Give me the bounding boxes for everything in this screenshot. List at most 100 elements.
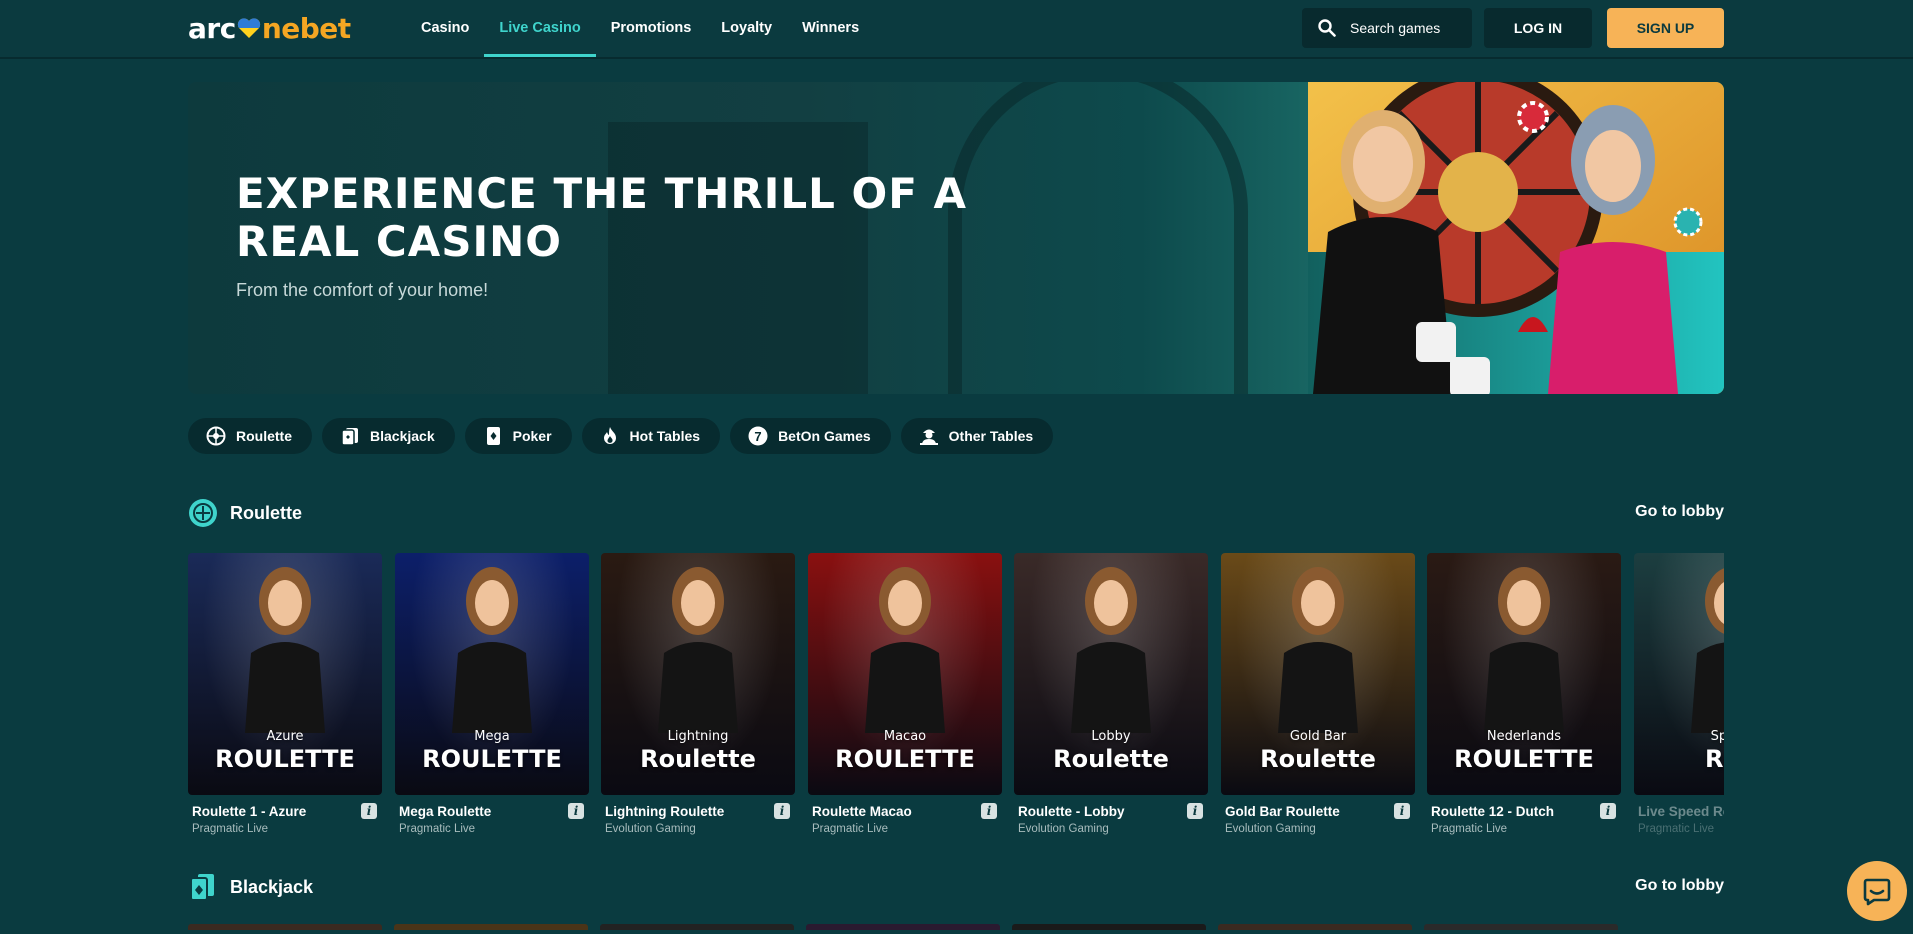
game-name[interactable]: Lightning Roulette i <box>601 803 795 819</box>
category-blackjack[interactable]: Blackjack <box>322 418 455 454</box>
logo-text-left: arc <box>188 11 236 45</box>
game-name[interactable]: Mega Roulette i <box>395 803 589 819</box>
main-nav: Casino Live Casino Promotions Loyalty Wi… <box>406 0 874 57</box>
game-card-edge <box>394 924 588 930</box>
game-name[interactable]: Roulette - Lobby i <box>1014 803 1208 819</box>
game-name[interactable]: Live Speed Ro <box>1634 804 1724 819</box>
cards-icon <box>341 428 358 446</box>
game-brand-logo: Mega ROULETTE <box>395 729 589 773</box>
dealer-portrait <box>452 567 532 733</box>
game-thumbnail[interactable]: Lightning Roulette <box>601 553 795 795</box>
category-beton-games[interactable]: 7 BetOn Games <box>730 418 891 454</box>
game-card[interactable]: Lobby Roulette Roulette - Lobby i Evolution … <box>1014 553 1208 835</box>
category-label: BetOn Games <box>778 428 871 444</box>
game-name[interactable]: Roulette 12 - Dutch i <box>1427 803 1621 819</box>
hero-banner[interactable]: EXPERIENCE THE THRILL OF A REAL CASINO F… <box>188 82 1724 394</box>
game-thumbnail[interactable]: Azure ROULETTE <box>188 553 382 795</box>
dealer-portrait <box>658 567 738 733</box>
game-thumbnail[interactable]: Gold Bar Roulette <box>1221 553 1415 795</box>
nav-live-casino[interactable]: Live Casino <box>484 0 596 57</box>
game-brand-logo: SpeedRou <box>1634 729 1724 773</box>
hero-subtitle: From the comfort of your home! <box>236 280 489 300</box>
game-brand-main: ROULETTE <box>422 745 562 773</box>
game-brand-top: Gold Bar <box>1289 729 1347 744</box>
info-icon[interactable]: i <box>568 803 584 819</box>
game-card[interactable]: Azure ROULETTE Roulette 1 - Azure i Pragmati… <box>188 553 382 835</box>
logo-text-right: nebet <box>261 11 351 45</box>
game-title: Roulette 1 - Azure <box>192 804 307 819</box>
game-brand-top: Mega <box>474 729 510 744</box>
game-name[interactable]: Roulette Macao i <box>808 803 1002 819</box>
game-title: Lightning Roulette <box>605 804 725 819</box>
category-hot-tables[interactable]: Hot Tables <box>581 418 721 454</box>
search-games-button[interactable]: Search games <box>1302 8 1472 48</box>
blackjack-games-row-peek <box>188 924 1724 934</box>
nav-winners[interactable]: Winners <box>787 0 874 57</box>
game-card-edge <box>188 924 382 930</box>
game-provider: Evolution Gaming <box>1225 823 1316 835</box>
game-provider: Evolution Gaming <box>1018 823 1109 835</box>
category-filter-bar: Roulette Blackjack Poker Hot Tables 7 Be… <box>188 418 1063 454</box>
game-brand-top: Lightning <box>667 729 729 744</box>
game-thumbnail[interactable]: SpeedRou <box>1634 553 1724 795</box>
game-card[interactable]: SpeedRou Live Speed Ro Pragmatic Live <box>1634 553 1724 835</box>
dealer-portrait <box>1278 567 1358 733</box>
game-provider: Evolution Gaming <box>605 823 696 835</box>
game-thumbnail[interactable]: Nederlands ROULETTE <box>1427 553 1621 795</box>
info-icon[interactable]: i <box>981 803 997 819</box>
login-button[interactable]: LOG IN <box>1484 8 1592 48</box>
game-card[interactable]: Mega ROULETTE Mega Roulette i Pragmatic Live <box>395 553 589 835</box>
game-name[interactable]: Gold Bar Roulette i <box>1221 803 1415 819</box>
category-poker[interactable]: Poker <box>464 418 572 454</box>
game-thumbnail[interactable]: Lobby Roulette <box>1014 553 1208 795</box>
hero-dealers-illustration <box>1308 82 1724 394</box>
info-icon[interactable]: i <box>774 803 790 819</box>
blackjack-go-to-lobby-link[interactable]: Go to lobby <box>1635 877 1724 895</box>
game-title: Live Speed Ro <box>1638 804 1724 819</box>
category-roulette[interactable]: Roulette <box>188 418 312 454</box>
game-name[interactable]: Roulette 1 - Azure i <box>188 803 382 819</box>
info-icon[interactable]: i <box>1600 803 1616 819</box>
game-card[interactable]: Lightning Roulette Lightning Roulette i Evol… <box>601 553 795 835</box>
game-card[interactable]: Gold Bar Roulette Gold Bar Roulette i Evolut… <box>1221 553 1415 835</box>
arconebet-logo[interactable]: arc nebet <box>188 11 351 45</box>
game-thumbnail[interactable]: Mega ROULETTE <box>395 553 589 795</box>
roulette-section-icon <box>189 499 217 527</box>
game-brand-main: Rou <box>1704 745 1724 773</box>
game-title: Gold Bar Roulette <box>1225 804 1340 819</box>
game-card-edge <box>1424 924 1618 930</box>
info-icon[interactable]: i <box>1187 803 1203 819</box>
live-chat-button[interactable] <box>1847 861 1907 921</box>
nav-promotions[interactable]: Promotions <box>596 0 707 57</box>
dealer-icon <box>919 429 938 445</box>
game-title: Roulette Macao <box>812 804 912 819</box>
game-thumbnail[interactable]: Macao ROULETTE <box>808 553 1002 795</box>
signup-button[interactable]: SIGN UP <box>1607 8 1724 48</box>
nav-casino[interactable]: Casino <box>406 0 484 57</box>
category-other-tables[interactable]: Other Tables <box>900 418 1054 454</box>
game-card-edge <box>1218 924 1412 930</box>
info-icon[interactable]: i <box>361 803 377 819</box>
roulette-go-to-lobby-link[interactable]: Go to lobby <box>1635 503 1724 521</box>
section-title: Roulette <box>230 502 302 523</box>
category-label: Roulette <box>236 428 292 444</box>
category-label: Blackjack <box>370 428 435 444</box>
game-brand-top: Lobby <box>1091 729 1131 744</box>
game-brand-main: Roulette <box>640 745 756 773</box>
dealer-portrait <box>245 567 325 733</box>
heart-logo-icon <box>237 18 260 38</box>
game-title: Roulette - Lobby <box>1018 804 1125 819</box>
search-placeholder: Search games <box>1350 20 1441 36</box>
dealer-portrait <box>865 567 945 733</box>
roulette-games-row: Azure ROULETTE Roulette 1 - Azure i Pragmati… <box>188 553 1724 843</box>
info-icon[interactable]: i <box>1394 803 1410 819</box>
search-icon <box>1318 19 1336 37</box>
game-card[interactable]: Macao ROULETTE Roulette Macao i Pragmatic Li… <box>808 553 1002 835</box>
dealer-portrait <box>1484 567 1564 733</box>
nav-loyalty[interactable]: Loyalty <box>706 0 787 57</box>
category-label: Poker <box>512 428 552 444</box>
svg-text:7: 7 <box>754 429 761 444</box>
game-provider: Pragmatic Live <box>1638 823 1715 835</box>
poker-icon <box>486 427 500 445</box>
game-card[interactable]: Nederlands ROULETTE Roulette 12 - Dutch i Pr… <box>1427 553 1621 835</box>
